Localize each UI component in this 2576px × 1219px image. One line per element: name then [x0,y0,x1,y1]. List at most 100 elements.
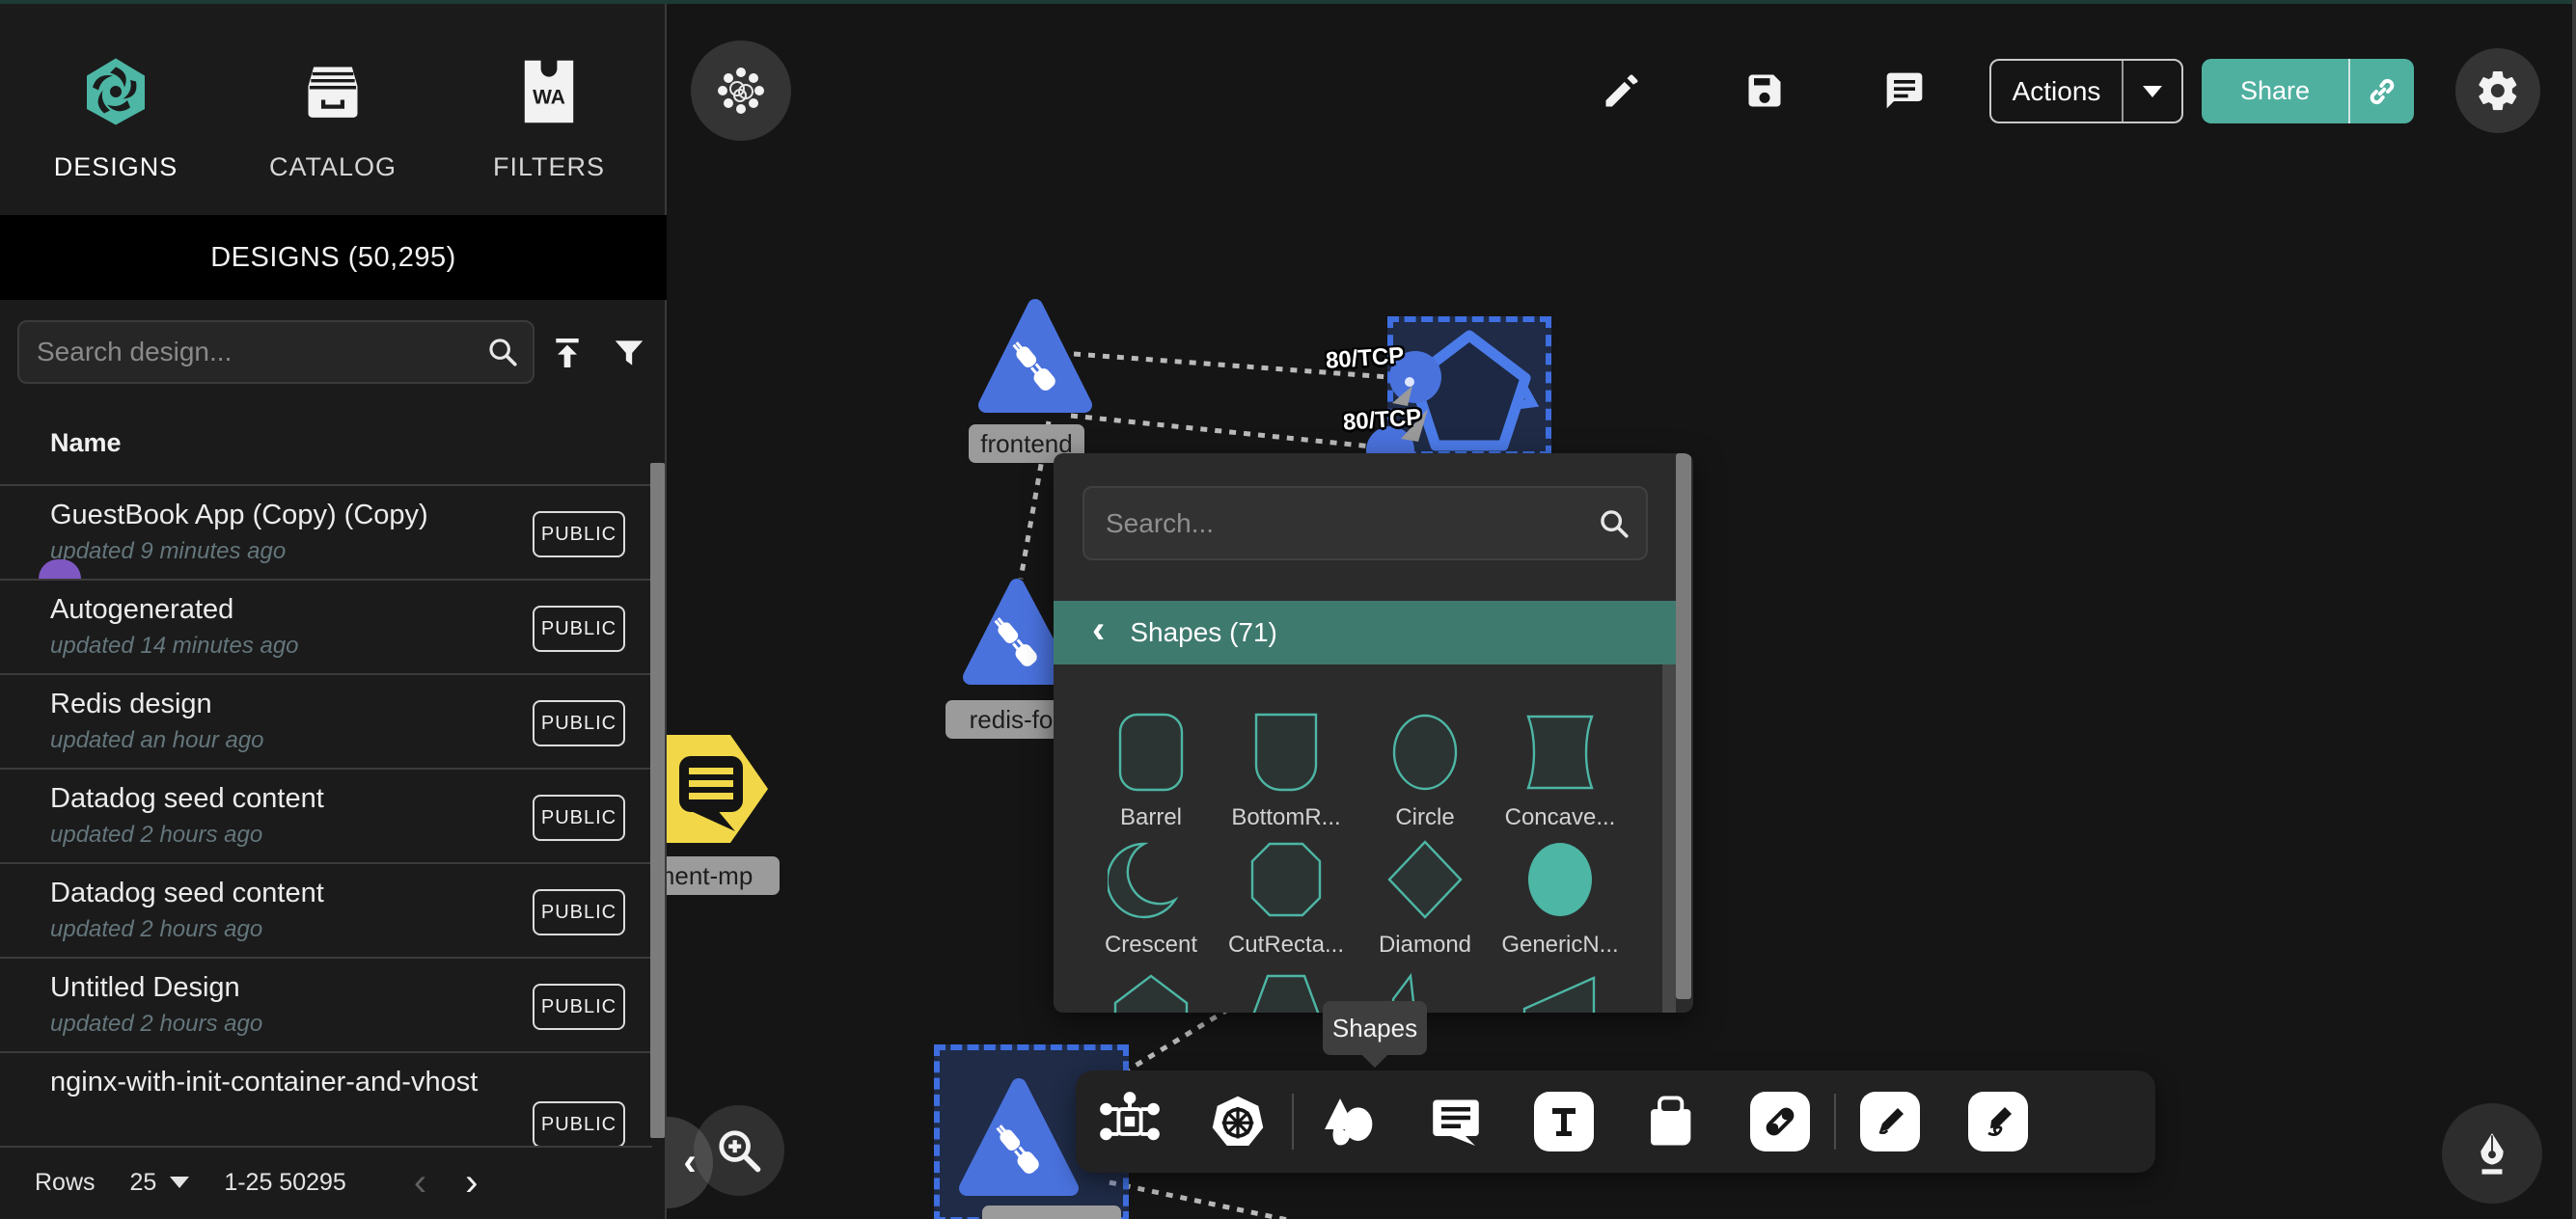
edge-label-port-2: 80/TCP [1342,404,1422,437]
pen-tool-button[interactable] [1836,1070,1944,1173]
filter-funnel-icon[interactable] [608,332,650,374]
shape-pentagon-icon [1108,970,1194,1013]
pencil-scribble-icon [1968,1092,2028,1151]
kubernetes-tool-button[interactable] [1184,1070,1292,1173]
shape-item-circle[interactable]: Circle [1357,709,1493,831]
shapes-search-box[interactable] [1082,486,1648,560]
prev-page-button[interactable]: ‹ [414,1161,426,1205]
meshery-logo-icon [14,39,217,145]
shape-item-crescent[interactable]: Crescent [1083,836,1219,959]
link-tool-button[interactable] [1726,1070,1834,1173]
shape-cutrectangle-icon [1243,836,1329,923]
pen-icon [1860,1092,1920,1151]
tab-filters-label: FILTERS [448,152,650,182]
design-pen-button[interactable] [2442,1103,2542,1204]
comment-bubble-icon [1427,1093,1485,1151]
shape-rhomboid-icon [1517,970,1603,1013]
visibility-badge: PUBLIC [533,889,625,935]
designs-sidebar: DESIGNS CATALOG WA FILTERS DESIGN [0,0,667,1219]
share-button[interactable]: Share [2202,59,2414,123]
designs-count-header: DESIGNS (50,295) [0,215,667,300]
comment-marker-node[interactable] [652,735,768,843]
shape-item-partial-4[interactable] [1493,970,1628,1013]
design-row-6[interactable]: Untitled Design updated 2 hours ago PUBL… [0,957,652,1051]
comment-tool-button[interactable] [1402,1070,1510,1173]
shape-item-partial-1[interactable] [1083,970,1219,1013]
save-icon[interactable] [1742,68,1787,113]
freehand-draw-button[interactable] [1944,1070,2052,1173]
node-cluster-icon [716,66,766,116]
shapes-category-header[interactable]: ‹ Shapes (71) [1054,601,1677,664]
shape-item-bottomround[interactable]: BottomR... [1219,709,1354,831]
design-row-2[interactable]: Autogenerated updated 14 minutes ago PUB… [0,579,652,673]
shape-barrel-icon [1108,709,1194,796]
share-label: Share [2202,76,2348,106]
text-tool-button[interactable] [1510,1070,1618,1173]
kanvas-app: frontend redis-fo ment-mp 80/TCP 80/TCP … [0,0,2576,1219]
back-chevron-icon[interactable]: ‹ [1092,609,1105,652]
shapes-list-scrollbar[interactable] [1662,664,1676,1013]
wasm-filter-icon: WA [448,39,650,145]
name-column-header[interactable]: Name [50,428,122,458]
shape-item-genericnode[interactable]: GenericN... [1493,836,1628,959]
design-row-5[interactable]: Datadog seed content updated 2 hours ago… [0,862,652,957]
design-row-1[interactable]: GuestBook App (Copy) (Copy) updated 9 mi… [0,484,652,579]
search-icon [473,336,533,368]
edge-label-port: 80/TCP [1325,342,1405,375]
shape-item-barrel[interactable]: Barrel [1083,709,1219,831]
window-scrollbar[interactable] [2572,0,2576,1219]
designs-list: GuestBook App (Copy) (Copy) updated 9 mi… [0,484,652,1146]
design-search-input[interactable] [19,337,473,367]
shape-item-concave[interactable]: Concave... [1493,709,1628,831]
tab-designs-label: DESIGNS [14,152,217,182]
shape-item-diamond[interactable]: Diamond [1357,836,1493,959]
components-tool-button[interactable] [1076,1070,1184,1173]
shapes-tool-button[interactable] [1294,1070,1402,1173]
tab-catalog-label: CATALOG [232,152,434,182]
upload-design-icon[interactable] [546,332,589,374]
node-label-bottom[interactable] [982,1205,1121,1219]
shape-diamond-icon [1382,836,1468,923]
sticky-note-icon [1642,1092,1702,1151]
actions-button[interactable]: Actions [1989,59,2183,123]
dot-grid-toggle-button[interactable] [691,41,791,141]
pagination-bar: Rows 25 1-25 50295 ‹ › [0,1146,652,1217]
chain-link-icon [1750,1092,1810,1151]
shape-bottomround-icon [1243,709,1329,796]
shape-circle-icon [1382,709,1468,796]
visibility-badge: PUBLIC [533,984,625,1030]
shape-item-cutrectangle[interactable]: CutRecta... [1219,836,1354,959]
visibility-badge: PUBLIC [533,795,625,841]
design-row-4[interactable]: Datadog seed content updated 2 hours ago… [0,768,652,862]
shapes-panel: ‹ Shapes (71) Barrel BottomR... Circle C… [1054,453,1693,1013]
shapes-search-input[interactable] [1084,508,1582,539]
rows-label: Rows [35,1169,96,1197]
page-range: 1-25 50295 [224,1169,346,1197]
shapes-tooltip: Shapes [1323,1001,1427,1055]
pen-nib-icon [2465,1126,2519,1180]
copy-link-icon[interactable] [2350,74,2414,109]
visibility-badge: PUBLIC [533,511,625,557]
redis-follower-node[interactable] [971,586,1065,677]
canvas-toolbar [1076,1070,2155,1173]
visibility-badge: PUBLIC [533,606,625,652]
actions-dropdown-caret[interactable] [2124,84,2181,99]
shape-genericnode-icon [1517,836,1603,923]
note-tool-button[interactable] [1618,1070,1726,1173]
edit-pencil-icon[interactable] [1600,68,1644,113]
next-page-button[interactable]: › [465,1161,478,1205]
magnifier-plus-icon [714,1125,764,1176]
rows-per-page-select[interactable]: 25 [130,1169,190,1197]
settings-gear-button[interactable] [2455,48,2540,133]
shape-concave-icon [1517,709,1603,796]
design-row-7[interactable]: nginx-with-init-container-and-vhost PUBL… [0,1051,652,1146]
search-icon [1582,507,1646,540]
shapes-panel-scrollbar[interactable] [1676,453,1691,999]
design-search-box[interactable] [17,320,534,384]
comment-icon[interactable] [1882,68,1927,113]
frontend-node[interactable] [986,307,1084,405]
redis-leader-node[interactable] [967,1086,1071,1188]
design-row-3[interactable]: Redis design updated an hour ago PUBLIC [0,673,652,768]
shapes-icon [1317,1091,1379,1152]
designs-list-scrollbar[interactable] [650,463,665,1138]
